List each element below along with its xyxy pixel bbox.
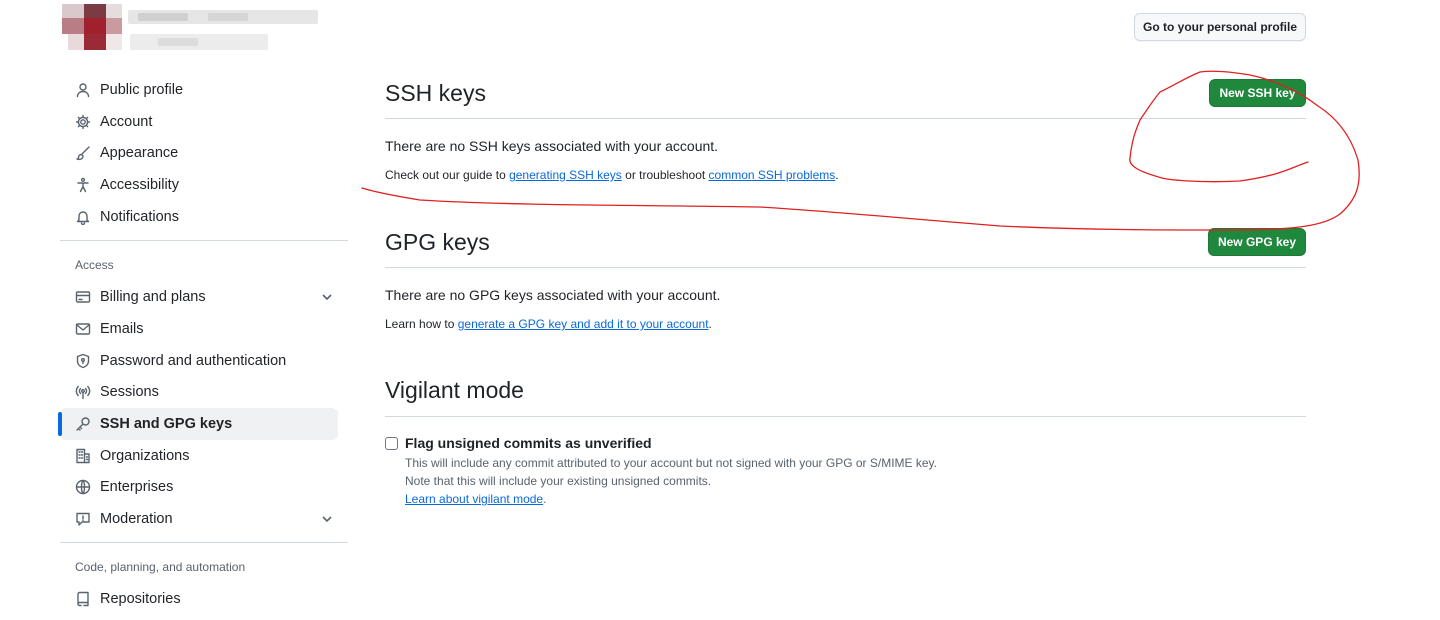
repo-icon <box>74 590 92 608</box>
sidebar-section-code: Code, planning, and automation <box>75 559 246 574</box>
settings-sidebar: Public profile Account Appearance Access… <box>58 74 348 615</box>
sidebar-item-accessibility[interactable]: Accessibility <box>60 169 348 201</box>
sidebar-item-label: Enterprises <box>100 479 174 496</box>
sidebar-item-enterprises[interactable]: Enterprises <box>60 472 348 504</box>
key-icon <box>74 415 92 433</box>
organization-icon <box>74 447 92 465</box>
person-icon <box>74 81 92 99</box>
sidebar-section-access: Access <box>75 258 114 273</box>
sidebar-item-label: Repositories <box>100 590 181 607</box>
generating-ssh-keys-link[interactable]: generating SSH keys <box>509 168 622 182</box>
section-divider <box>385 267 1306 268</box>
learn-vigilant-mode-link[interactable]: Learn about vigilant mode <box>405 492 543 506</box>
chevron-down-icon[interactable] <box>320 512 334 526</box>
sidebar-item-label: Account <box>100 113 153 130</box>
new-gpg-key-button[interactable]: New GPG key <box>1208 228 1306 256</box>
sidebar-item-notifications[interactable]: Notifications <box>60 201 348 233</box>
globe-icon <box>74 478 92 496</box>
sidebar-item-moderation[interactable]: Moderation <box>60 503 348 535</box>
sidebar-item-label: Appearance <box>100 145 179 162</box>
chevron-down-icon[interactable] <box>320 290 334 304</box>
common-ssh-problems-link[interactable]: common SSH problems <box>709 168 836 182</box>
generate-gpg-key-link[interactable]: generate a GPG key and add it to your ac… <box>458 317 709 331</box>
report-icon <box>74 510 92 528</box>
accessibility-icon <box>74 176 92 194</box>
vigilant-learn-text: Learn about vigilant mode. <box>405 492 546 506</box>
new-ssh-key-button[interactable]: New SSH key <box>1209 79 1306 107</box>
sidebar-item-ssh-gpg-keys[interactable]: SSH and GPG keys <box>58 408 338 440</box>
section-divider <box>385 118 1306 119</box>
flag-unsigned-commits-checkbox[interactable] <box>385 437 398 450</box>
vigilant-mode-title: Vigilant mode <box>385 377 524 403</box>
sidebar-item-organizations[interactable]: Organizations <box>60 440 348 472</box>
ssh-keys-title: SSH keys <box>385 80 486 106</box>
ssh-empty-message: There are no SSH keys associated with yo… <box>385 138 719 154</box>
sidebar-item-sessions[interactable]: Sessions <box>60 377 348 409</box>
sidebar-item-label: Billing and plans <box>100 289 206 306</box>
vigilant-note-2: Note that this will include your existin… <box>405 474 712 488</box>
gpg-learn-text: Learn how to generate a GPG key and add … <box>385 317 712 331</box>
shield-lock-icon <box>74 352 92 370</box>
gpg-learn-prefix: Learn how to <box>385 317 458 331</box>
paintbrush-icon <box>74 144 92 162</box>
sidebar-item-password[interactable]: Password and authentication <box>60 345 348 377</box>
sidebar-item-appearance[interactable]: Appearance <box>60 137 348 169</box>
sidebar-item-label: Sessions <box>100 384 159 401</box>
section-divider <box>385 416 1306 417</box>
sidebar-item-label: Public profile <box>100 81 184 98</box>
mail-icon <box>74 320 92 338</box>
sidebar-item-emails[interactable]: Emails <box>60 313 348 345</box>
gpg-empty-message: There are no GPG keys associated with yo… <box>385 287 721 303</box>
ssh-guide-middle: or troubleshoot <box>621 168 709 182</box>
vigilant-learn-suffix: . <box>543 492 547 506</box>
sidebar-item-label: Emails <box>100 320 144 337</box>
sidebar-item-account[interactable]: Account <box>60 106 348 138</box>
ssh-guide-text: Check out our guide to generating SSH ke… <box>385 168 839 182</box>
avatar[interactable] <box>62 4 122 50</box>
ssh-guide-suffix: . <box>835 168 839 182</box>
sidebar-item-label: Password and authentication <box>100 352 287 369</box>
sidebar-item-public-profile[interactable]: Public profile <box>60 74 348 106</box>
sidebar-item-label: Accessibility <box>100 176 179 193</box>
sidebar-item-label: Notifications <box>100 208 179 225</box>
ssh-guide-prefix: Check out our guide to <box>385 168 510 182</box>
gpg-learn-suffix: . <box>708 317 712 331</box>
go-to-profile-button[interactable]: Go to your personal profile <box>1134 13 1306 41</box>
gear-icon <box>74 113 92 131</box>
sidebar-item-label: SSH and GPG keys <box>100 416 233 433</box>
flag-unsigned-commits-label[interactable]: Flag unsigned commits as unverified <box>405 435 652 451</box>
sidebar-item-label: Organizations <box>100 447 190 464</box>
vigilant-note-1: This will include any commit attributed … <box>405 456 938 470</box>
username-blurred <box>128 10 318 52</box>
bell-icon <box>74 208 92 226</box>
broadcast-icon <box>74 383 92 401</box>
active-indicator <box>58 412 62 437</box>
credit-card-icon <box>74 288 92 306</box>
sidebar-item-billing[interactable]: Billing and plans <box>60 281 348 313</box>
sidebar-item-repositories[interactable]: Repositories <box>60 583 348 615</box>
gpg-keys-title: GPG keys <box>385 229 490 255</box>
sidebar-item-label: Moderation <box>100 511 173 528</box>
